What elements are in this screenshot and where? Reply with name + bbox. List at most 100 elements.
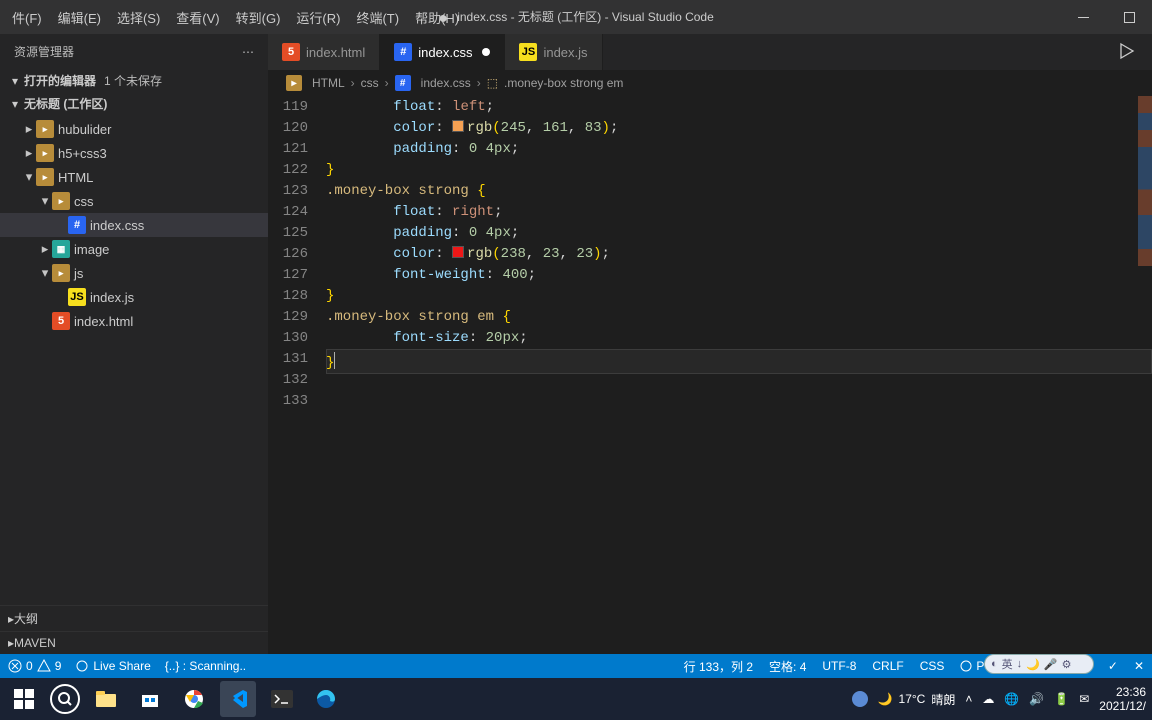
code-line[interactable]: float: right; [326,202,1152,223]
code-line[interactable]: } [326,286,1152,307]
crumb-label[interactable]: HTML [312,76,345,90]
file-index.js[interactable]: JSindex.js [0,285,268,309]
tree-label: index.html [74,314,133,329]
tree-label: js [74,266,83,281]
status-lang[interactable]: CSS [920,659,945,673]
code-line[interactable]: font-size: 20px; [326,328,1152,349]
file-index.css[interactable]: #index.css [0,213,268,237]
taskbar-terminal-icon[interactable] [264,681,300,717]
tray-clock[interactable]: 23:36 2021/12/ [1099,685,1146,713]
tray-onedrive-icon[interactable]: ☁ [982,692,994,706]
code-line[interactable]: .money-box strong { [326,181,1152,202]
status-close-icon[interactable]: ✕ [1134,659,1144,673]
img-icon: ▦ [52,240,70,258]
code-line[interactable]: } [326,160,1152,181]
menu-terminal[interactable]: 终端(T) [348,2,407,33]
code-line[interactable]: color: rgb(238, 23, 23); [326,244,1152,265]
dirty-dot-icon [482,48,490,56]
minimap[interactable] [1138,96,1152,266]
taskbar-search[interactable] [50,684,80,714]
chevron-down-icon: ▾ [38,193,52,209]
code-line[interactable]: .money-box strong em { [326,307,1152,328]
start-button[interactable] [6,681,42,717]
more-icon[interactable]: ⋯ [242,45,254,59]
ime-toolbar[interactable]: ◐ 英↓🌙🎤⚙ [984,654,1094,674]
status-ln-col[interactable]: 行 133，列 2 [684,658,753,675]
status-encoding[interactable]: UTF-8 [822,659,856,673]
taskbar-store-icon[interactable] [132,681,168,717]
taskbar-chrome-icon[interactable] [176,681,212,717]
code-line[interactable]: color: rgb(245, 161, 83); [326,118,1152,139]
explorer-title: 资源管理器 ⋯ [0,34,268,69]
chevron-right-icon: ▸ [22,121,36,137]
menu-view[interactable]: 查看(V) [168,2,227,33]
folder-hubulider[interactable]: ▸▸hubulider [0,117,268,141]
tab-index.css[interactable]: #index.css [380,34,505,70]
menu-help[interactable]: 帮助(H) [407,2,467,33]
tray-app-icon[interactable] [852,691,868,707]
menu-selection[interactable]: 选择(S) [109,2,168,33]
taskbar-edge-icon[interactable] [308,681,344,717]
crumb-label[interactable]: .money-box strong em [504,76,623,90]
outline-header[interactable]: ▸ 大纲 [0,605,268,631]
status-eol[interactable]: CRLF [872,659,903,673]
status-spaces[interactable]: 空格: 4 [769,658,806,675]
menu-bar: 件(F) 编辑(E) 选择(S) 查看(V) 转到(G) 运行(R) 终端(T)… [0,2,467,33]
taskbar-explorer-icon[interactable] [88,681,124,717]
tray-network-icon[interactable]: 🌐 [1004,692,1019,706]
folder-HTML[interactable]: ▾▸ HTML [0,165,268,189]
minimize-button[interactable] [1060,0,1106,34]
breadcrumb[interactable]: ▸HTML›css›#index.css›⬚.money-box strong … [268,70,1152,96]
folder-h5+css3[interactable]: ▸▸h5+css3 [0,141,268,165]
open-editors-header[interactable]: ▾ 打开的编辑器 1 个未保存 [0,69,268,92]
code-line[interactable]: float: left; [326,97,1152,118]
menu-run[interactable]: 运行(R) [288,2,348,33]
tab-index.js[interactable]: JSindex.js [505,34,602,70]
status-prettier[interactable]: ✓ [1108,659,1118,673]
status-liveshare[interactable]: Live Share [75,659,150,673]
code-line[interactable]: } [326,349,1152,374]
crumb-label[interactable]: index.css [421,76,471,90]
file-index.html[interactable]: 5index.html [0,309,268,333]
status-errors[interactable]: 0 9 [8,659,61,673]
title-bar: 件(F) 编辑(E) 选择(S) 查看(V) 转到(G) 运行(R) 终端(T)… [0,0,1152,34]
warning-icon [37,659,51,673]
tree-label: HTML [58,170,93,185]
tray-battery-icon[interactable]: 🔋 [1054,692,1069,706]
windows-taskbar: 🌙 17°C 晴朗 ˄ ☁ 🌐 🔊 🔋 ✉ 23:36 2021/12/ [0,678,1152,720]
css-icon: # [68,216,86,234]
tray-mail-icon[interactable]: ✉ [1079,692,1089,706]
selector-icon: ⬚ [487,76,498,90]
menu-go[interactable]: 转到(G) [228,2,289,33]
weather-widget[interactable]: 🌙 17°C 晴朗 [878,691,956,708]
code-line[interactable]: font-weight: 400; [326,265,1152,286]
file-tree: ▸▸hubulider▸▸h5+css3▾▸HTML▾▸css #index.c… [0,115,268,605]
folder-css[interactable]: ▾▸ css [0,189,268,213]
folder-icon: ▸ [286,75,302,91]
maven-header[interactable]: ▸ MAVEN [0,631,268,654]
folder-icon: ▸ [52,192,70,210]
tab-index.html[interactable]: 5index.html [268,34,380,70]
code-line[interactable]: padding: 0 4px; [326,139,1152,160]
chevron-down-icon: ▾ [22,169,36,185]
menu-file[interactable]: 件(F) [4,2,50,33]
tray-volume-icon[interactable]: 🔊 [1029,692,1044,706]
window-controls [1060,0,1152,34]
run-icon[interactable] [1118,42,1136,60]
workspace-header[interactable]: ▾ 无标题 (工作区) [0,92,268,115]
code-editor[interactable]: 1191201211221231241251261271281291301311… [268,96,1152,654]
folder-icon: ▸ [36,168,54,186]
status-scanning[interactable]: {..} : Scanning.. [165,659,246,673]
code-line[interactable]: padding: 0 4px; [326,223,1152,244]
tree-label: css [74,194,94,209]
maximize-button[interactable] [1106,0,1152,34]
crumb-label[interactable]: css [361,76,379,90]
folder-image[interactable]: ▸▦image [0,237,268,261]
code-lines[interactable]: float: left; color: rgb(245, 161, 83); p… [326,96,1152,654]
tray-chevron-icon[interactable]: ˄ [965,692,972,706]
taskbar-vscode-icon[interactable] [220,681,256,717]
tree-label: image [74,242,109,257]
menu-edit[interactable]: 编辑(E) [50,2,109,33]
chevron-right-icon: › [385,76,389,90]
folder-js[interactable]: ▾▸js [0,261,268,285]
